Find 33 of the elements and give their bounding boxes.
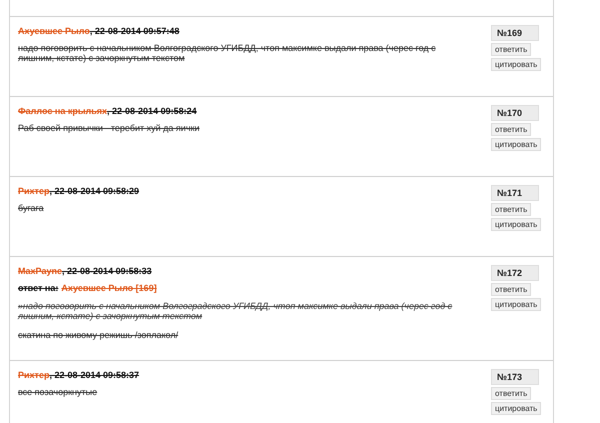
author-link[interactable]: Фаллос на крыльях bbox=[18, 106, 108, 116]
post-number: №171 bbox=[491, 185, 539, 201]
post-text: бугага bbox=[18, 203, 45, 213]
post-date: , 22-08-2014 09:58:29 bbox=[49, 186, 140, 196]
post-button[interactable]: цитировать bbox=[491, 58, 542, 71]
post-button[interactable]: цитировать bbox=[491, 138, 542, 151]
quoted-text: »надо поговорить с начальником Волгоградского УГИБДД, чтоп максимке выдали права (черес год с лишним, кстате) с зачоркнутым текстом bbox=[18, 301, 454, 321]
reply-label: ответ на: bbox=[18, 283, 58, 293]
post-number: №170 bbox=[491, 105, 539, 121]
post-date: , 22-08-2014 09:58:24 bbox=[107, 106, 197, 116]
post-button[interactable]: ответить bbox=[491, 203, 532, 216]
post-text: скатина по живому режишь /зоплакол/ bbox=[18, 330, 180, 340]
reply-link[interactable]: Ахуевшее Рыло [169] bbox=[61, 283, 157, 293]
post-number: №172 bbox=[491, 265, 539, 281]
post-date: , 22-08-2014 09:58:37 bbox=[49, 370, 140, 380]
post-date: , 22-08-2014 09:58:33 bbox=[62, 266, 152, 276]
post-text: Раб своей привычки - теребит хуй да яички bbox=[18, 123, 200, 133]
author-link[interactable]: MaxPayne bbox=[18, 266, 62, 276]
author-link[interactable]: Рихтер bbox=[18, 370, 50, 380]
post-button[interactable]: ответить bbox=[491, 387, 532, 400]
post-button[interactable]: цитировать bbox=[491, 402, 542, 415]
author-link[interactable]: Ахуевшее Рыло bbox=[18, 26, 90, 36]
post-text: надо поговорить с начальником Волгоградского УГИБДД, чтоп максимке выдали права (черес год с лишним, кстате) с зачоркнутым текстом bbox=[18, 43, 437, 63]
post-date: , 22-08-2014 09:57:48 bbox=[90, 26, 180, 36]
post-button[interactable]: ответить bbox=[491, 283, 532, 296]
post-text: все позачоркнутые bbox=[18, 387, 98, 397]
post-button[interactable]: цитировать bbox=[491, 298, 542, 311]
author-link[interactable]: Рихтер bbox=[18, 186, 50, 196]
post-number: №169 bbox=[491, 25, 539, 41]
post-button[interactable]: цитировать bbox=[491, 218, 542, 231]
post-button[interactable]: ответить bbox=[491, 43, 532, 56]
post-number: №173 bbox=[491, 369, 539, 385]
post-button[interactable]: ответить bbox=[491, 123, 532, 136]
